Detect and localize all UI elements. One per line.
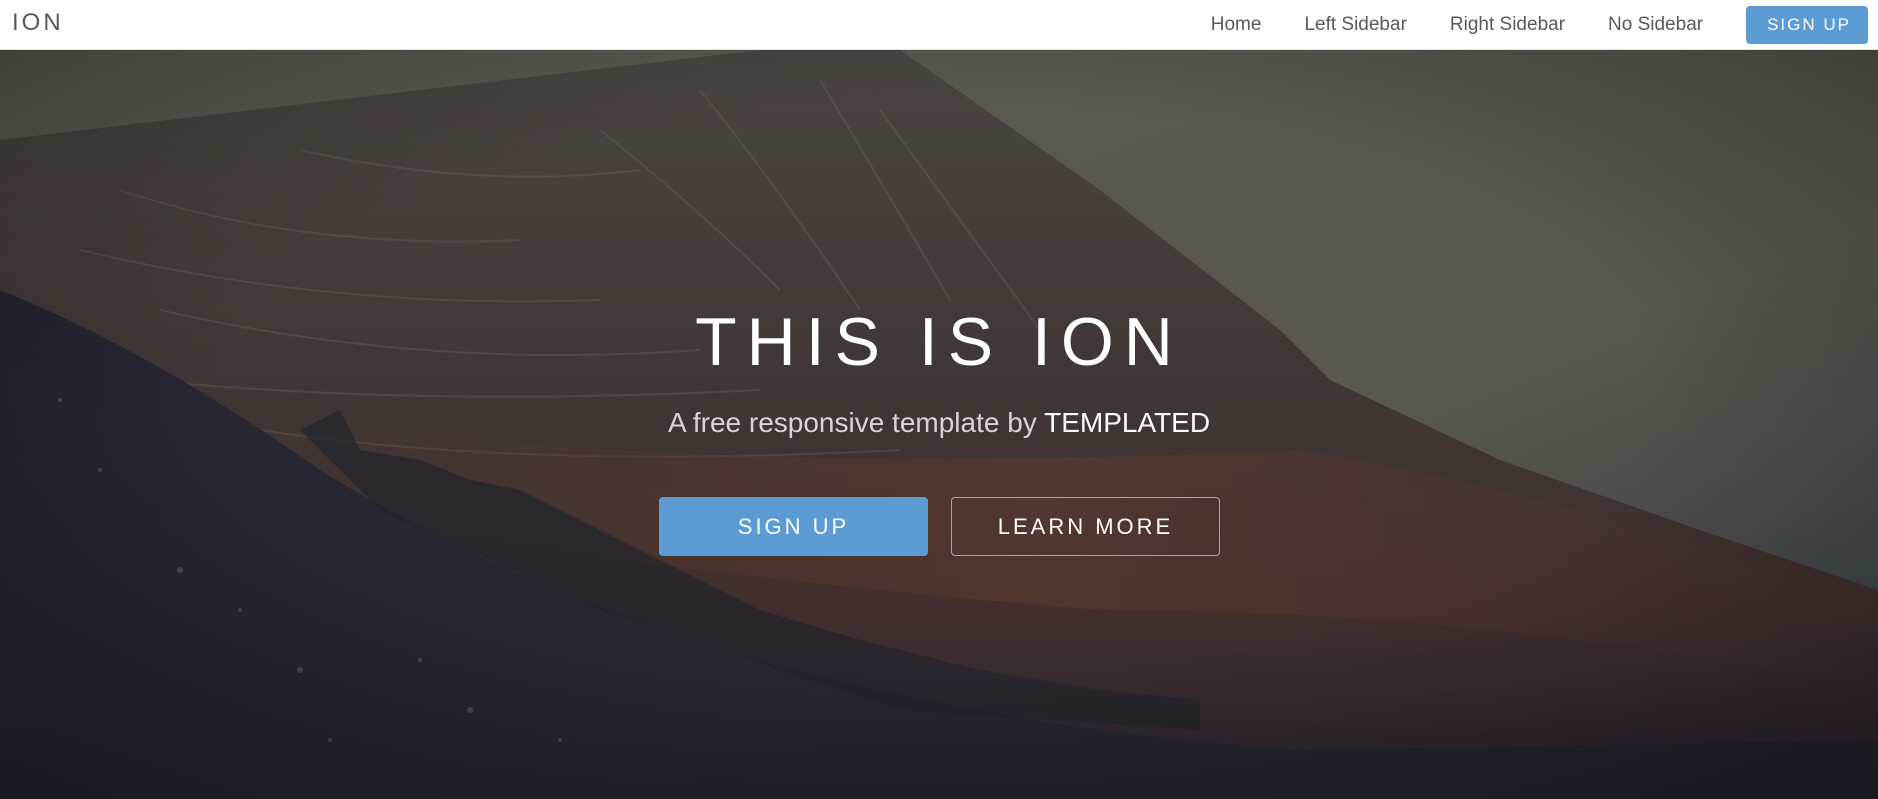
banner-subtitle: A free responsive template by TEMPLATED bbox=[0, 407, 1878, 439]
banner-title: THIS IS ION bbox=[695, 304, 1183, 380]
banner-subtitle-brand: TEMPLATED bbox=[1044, 407, 1211, 438]
banner-content: THIS IS ION A free responsive template b… bbox=[0, 50, 1878, 799]
hero-banner: THIS IS ION A free responsive template b… bbox=[0, 50, 1878, 799]
banner-signup-button[interactable]: SIGN UP bbox=[659, 497, 928, 556]
banner-learn-more-button[interactable]: LEARN MORE bbox=[951, 497, 1220, 556]
header-signup-button[interactable]: SIGN UP bbox=[1746, 6, 1868, 44]
banner-subtitle-text: A free responsive template by bbox=[667, 407, 1037, 438]
nav-link-home[interactable]: Home bbox=[1211, 14, 1262, 36]
site-header: ION Home Left Sidebar Right Sidebar No S… bbox=[0, 0, 1878, 50]
nav-link-no-sidebar[interactable]: No Sidebar bbox=[1608, 14, 1703, 36]
nav-link-left-sidebar[interactable]: Left Sidebar bbox=[1304, 14, 1406, 36]
main-nav: Home Left Sidebar Right Sidebar No Sideb… bbox=[1211, 0, 1868, 50]
banner-actions: SIGN UP LEARN MORE bbox=[659, 497, 1220, 556]
site-logo[interactable]: ION bbox=[12, 9, 64, 37]
nav-link-right-sidebar[interactable]: Right Sidebar bbox=[1450, 14, 1565, 36]
